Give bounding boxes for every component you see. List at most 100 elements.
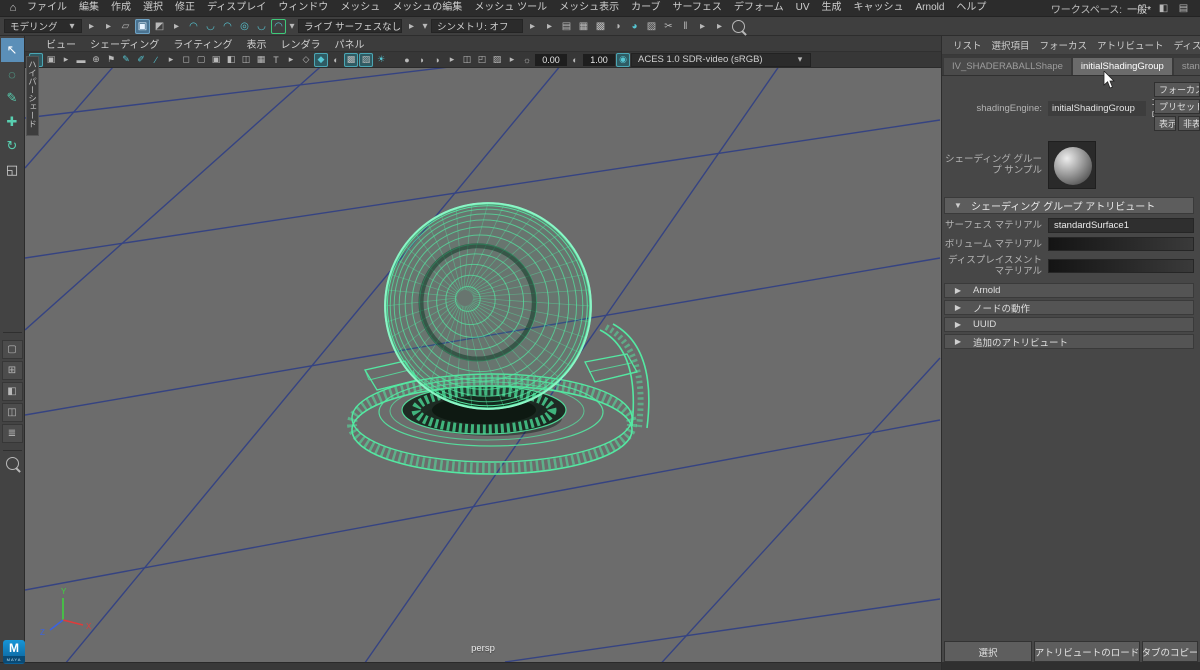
displacement-material-field[interactable]	[1048, 259, 1194, 273]
tab-shape-node[interactable]: IV_SHADERABALLShape	[944, 58, 1071, 75]
layout-four-pane-button[interactable]: ⊞	[2, 361, 23, 380]
ae-menu-item[interactable]: 選択項目	[987, 38, 1035, 52]
select-circle-icon[interactable]: ◑	[430, 53, 444, 67]
load-attributes-button[interactable]: アトリビュートのロード	[1034, 641, 1140, 662]
render-current-frame-icon[interactable]: ▩	[593, 19, 608, 34]
exposure-field[interactable]: 0.00	[535, 54, 567, 66]
layout-single-pane-button[interactable]: ▢	[2, 340, 23, 359]
focus-button[interactable]: フォーカス	[1154, 82, 1200, 97]
menu-item[interactable]: メッシュ表示	[553, 0, 625, 16]
isolate-select-icon[interactable]: ▨	[490, 53, 504, 67]
menu-item[interactable]: サーフェス	[667, 0, 728, 16]
menu-item[interactable]: ファイル	[21, 0, 73, 16]
grease-pencil-icon[interactable]: ✎	[119, 53, 133, 67]
menu-item[interactable]: 作成	[105, 0, 137, 16]
menu-chevron-icon[interactable]: ▸	[169, 19, 184, 34]
cut-icon[interactable]: ✂	[661, 19, 676, 34]
workspace-value[interactable]: 一般*	[1127, 1, 1151, 16]
all-lights-icon[interactable]: ◆	[314, 53, 328, 67]
menu-chevron-icon[interactable]: ▸	[84, 19, 99, 34]
gamma-icon[interactable]: ◐	[568, 53, 582, 67]
ssao-icon[interactable]: ▩	[344, 53, 358, 67]
viewport-menu-item[interactable]: シェーディング	[83, 36, 166, 51]
move-tool[interactable]: ✚	[1, 110, 24, 134]
hide-button[interactable]: 非表示	[1178, 116, 1200, 131]
tab-initial-shading-group[interactable]: initialShadingGroup	[1073, 58, 1172, 75]
viewport-menu-item[interactable]: ライティング	[166, 36, 239, 51]
scale-tool[interactable]: ◱	[1, 158, 24, 182]
default-material-icon[interactable]: ◧	[224, 53, 238, 67]
copy-tab-button[interactable]: タブのコピー	[1142, 641, 1198, 662]
workspace-cube-icon[interactable]: ◧	[1156, 1, 1171, 16]
viewport-canvas[interactable]: Y X Z persp	[25, 68, 941, 662]
ae-menu-item[interactable]: アトリビュート	[1092, 38, 1169, 52]
shading-group-sample-swatch[interactable]	[1048, 141, 1096, 189]
snap-view-plane-icon[interactable]: ◡	[254, 19, 269, 34]
ipr-render-icon[interactable]: ◑	[610, 19, 625, 34]
section-shading-group-attributes[interactable]: ▼ シェーディング グループ アトリビュート	[944, 197, 1194, 214]
zoom-tool-icon[interactable]	[6, 457, 19, 470]
shading-engine-field[interactable]: initialShadingGroup	[1048, 101, 1146, 116]
live-surface-field[interactable]: ライブ サーフェスなし	[298, 19, 402, 33]
menu-item[interactable]: メッシュ	[334, 0, 386, 16]
color-management-icon[interactable]: ◉	[616, 53, 630, 67]
select-dot-icon[interactable]: ●	[400, 53, 414, 67]
shaded-textured-icon[interactable]: ▣	[209, 53, 223, 67]
multisample-icon[interactable]: ▣	[44, 53, 58, 67]
dropdown-icon[interactable]: ▾	[421, 19, 429, 34]
menu-item[interactable]: カーブ	[625, 0, 666, 16]
gamma-field[interactable]: 1.00	[583, 54, 615, 66]
select-object-icon[interactable]: ▣	[135, 19, 150, 34]
menu-item[interactable]: メッシュ ツール	[468, 0, 553, 16]
panel-layout-icon[interactable]: ▤	[1176, 1, 1191, 16]
viewport-menu-item[interactable]: レンダラ	[274, 36, 328, 51]
render-settings-icon[interactable]: ◕	[627, 19, 642, 34]
menu-item[interactable]: ヘルプ	[950, 0, 992, 16]
colorspace-dropdown[interactable]: ACES 1.0 SDR-video (sRGB) ▾	[631, 53, 811, 67]
menu-chevron-icon[interactable]: ▸	[542, 19, 557, 34]
shaded-icon[interactable]: ▢	[194, 53, 208, 67]
flat-shade-icon[interactable]: ▦	[254, 53, 268, 67]
home-icon[interactable]: ⌂	[5, 1, 21, 16]
select-button[interactable]: 選択	[944, 641, 1032, 662]
layout-pane-split-button[interactable]: ◫	[2, 403, 23, 422]
display-layer-icon[interactable]: ▨	[644, 19, 659, 34]
collapsed-section-header[interactable]: ▶ ノードの動作	[944, 300, 1194, 315]
menu-item[interactable]: デフォーム	[728, 0, 790, 16]
menu-set-dropdown[interactable]: モデリング ▾	[4, 19, 82, 33]
teal-slash-icon[interactable]: ∕	[149, 53, 163, 67]
menu-item[interactable]: Arnold	[910, 0, 951, 16]
menu-chevron-icon[interactable]: ▸	[101, 19, 116, 34]
tab-standard-surface[interactable]: standardSurface1	[1174, 58, 1200, 75]
copy-pane-icon[interactable]: ◫	[460, 53, 474, 67]
collapsed-section-header[interactable]: ▶ 追加のアトリビュート	[944, 334, 1194, 349]
lasso-tool[interactable]: ◌	[1, 62, 24, 86]
search-icon[interactable]	[732, 20, 745, 33]
volume-material-field[interactable]	[1048, 237, 1194, 251]
menu-item[interactable]: キャッシュ	[848, 0, 910, 16]
menu-item[interactable]: 選択	[137, 0, 169, 16]
snap-point-icon[interactable]: ◠	[220, 19, 235, 34]
rotate-tool[interactable]: ↻	[1, 134, 24, 158]
presets-button[interactable]: プリセット	[1154, 99, 1200, 114]
make-live-icon[interactable]: ◠	[271, 19, 286, 34]
snap-curve-icon[interactable]: ◡	[203, 19, 218, 34]
menu-chevron-icon[interactable]: ▸	[712, 19, 727, 34]
select-half-icon[interactable]: ◗	[415, 53, 429, 67]
hypershade-side-tab[interactable]: ハイパーシェード	[26, 56, 39, 136]
paste-pane-icon[interactable]: ◰	[475, 53, 489, 67]
show-button[interactable]: 表示	[1154, 116, 1176, 131]
menu-item[interactable]: UV	[790, 0, 816, 16]
layout-pane-left-button[interactable]: ◧	[2, 382, 23, 401]
viewport-menu-item[interactable]: 表示	[240, 36, 274, 51]
history-icon[interactable]: ▤	[559, 19, 574, 34]
collapsed-section-header[interactable]: ▶ UUID	[944, 317, 1194, 332]
ae-menu-item[interactable]: フォーカス	[1035, 38, 1093, 52]
menu-item[interactable]: 生成	[816, 0, 848, 16]
collapsed-section-header[interactable]: ▶ Arnold	[944, 283, 1194, 298]
teal-brush-icon[interactable]: ✐	[134, 53, 148, 67]
pan-zoom-icon[interactable]: ⊕	[89, 53, 103, 67]
render-view-icon[interactable]: ▦	[576, 19, 591, 34]
menu-item[interactable]: メッシュの編集	[386, 0, 468, 16]
snap-grid-icon[interactable]: ◠	[186, 19, 201, 34]
